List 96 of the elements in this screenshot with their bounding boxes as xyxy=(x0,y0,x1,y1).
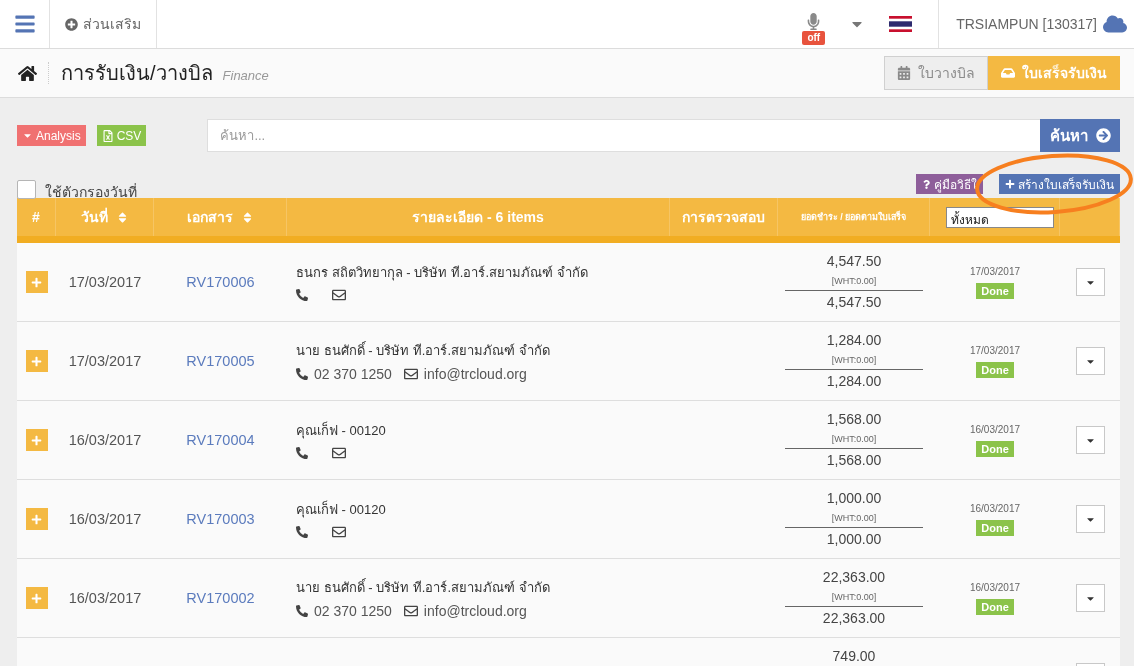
page-subtitle: Finance xyxy=(222,67,269,83)
page-title: การรับเงิน/วางบิล xyxy=(61,61,213,86)
receipt-total: 1,284.00 xyxy=(826,373,882,389)
check-date: 17/03/2017 xyxy=(969,344,1021,356)
csv-button[interactable]: CSV xyxy=(96,125,147,146)
withholding-tax: [WHT:0.00] xyxy=(831,355,877,365)
customer-name: ธนกร สถิตวิทยากุล - บริษัท ที.อาร์.สยามภัณฑ์ จำกัด xyxy=(296,264,589,283)
customer-name: คุณเก็ฟ - 00120 xyxy=(296,499,387,520)
phone-icon xyxy=(296,447,308,459)
receipt-total: 1,000.00 xyxy=(826,531,882,547)
row-menu-button[interactable] xyxy=(1075,426,1105,454)
row-menu-button[interactable] xyxy=(1075,584,1105,612)
expand-button[interactable] xyxy=(25,508,48,530)
flag-icon[interactable] xyxy=(889,16,913,32)
expand-button[interactable] xyxy=(25,587,48,609)
document-link[interactable]: RV170003 xyxy=(186,511,255,527)
paid-amount: 22,363.00 xyxy=(822,569,886,585)
row-menu-button[interactable] xyxy=(1075,347,1105,375)
paid-amount: 1,284.00 xyxy=(826,332,882,348)
email-address: info@trcloud.org xyxy=(423,366,527,382)
envelope-icon xyxy=(403,604,418,618)
plus-icon xyxy=(31,434,42,446)
question-icon xyxy=(922,179,931,189)
status-badge: Done xyxy=(976,440,1014,457)
envelope-icon xyxy=(332,288,346,302)
phone-number: 02 370 1250 xyxy=(314,603,392,619)
receipt-total: 4,547.50 xyxy=(826,294,882,310)
customer-name: นาย ธนศักดิ์ - บริษัท ที.อาร์.สยามภัณฑ์ จำกัด xyxy=(296,340,551,360)
phone-icon xyxy=(296,368,308,380)
customer-name: คุณเก็ฟ - 00120 xyxy=(296,420,387,441)
check-date: 17/03/2017 xyxy=(969,265,1021,277)
envelope-icon xyxy=(332,446,346,460)
document-link[interactable]: RV170006 xyxy=(186,274,255,290)
receipt-total: 1,568.00 xyxy=(826,452,882,468)
email-address: info@trcloud.org xyxy=(423,603,527,619)
paid-amount: 1,000.00 xyxy=(826,490,882,506)
status-badge: Done xyxy=(976,598,1014,615)
mic-status-badge: off xyxy=(802,31,826,45)
expand-button[interactable] xyxy=(25,271,48,293)
plus-icon xyxy=(1005,179,1015,189)
date-filter-checkbox[interactable] xyxy=(17,180,36,199)
expand-button[interactable] xyxy=(25,429,48,451)
row-menu-button[interactable] xyxy=(1075,505,1105,533)
envelope-icon xyxy=(403,367,418,381)
date-cell: 16/03/2017 xyxy=(68,432,142,448)
paid-amount: 749.00 xyxy=(832,648,876,664)
document-tab[interactable]: ใบวางบิล xyxy=(884,56,988,90)
phone-icon xyxy=(296,289,308,301)
status-filter-select[interactable]: ทั้งหมด xyxy=(945,206,1054,228)
document-link[interactable]: RV170002 xyxy=(186,590,255,606)
plus-icon xyxy=(31,592,42,604)
receipt-total: 22,363.00 xyxy=(822,610,886,626)
envelope-icon xyxy=(332,525,346,539)
status-badge: Done xyxy=(976,361,1014,378)
status-badge: Done xyxy=(976,282,1014,299)
paid-amount: 1,568.00 xyxy=(826,411,882,427)
home-icon[interactable] xyxy=(18,63,37,83)
create-receipt-button[interactable]: สร้างใบเสร็จรับเงิน xyxy=(999,174,1120,194)
search-button[interactable]: ค้นหา xyxy=(1040,119,1120,152)
phone-number: 02 370 1250 xyxy=(314,366,392,382)
plus-icon xyxy=(31,355,42,367)
date-cell: 17/03/2017 xyxy=(68,274,142,290)
column-header: ยอดชำระ / ยอดตามใบเสร็จ xyxy=(800,210,907,224)
withholding-tax: [WHT:0.00] xyxy=(831,592,877,602)
column-header: รายละเอียด - 6 items xyxy=(412,208,544,227)
customer-name: นาย ธนศักดิ์ - บริษัท ที.อาร์.สยามภัณฑ์ จำกัด xyxy=(296,577,551,597)
row-menu-button[interactable] xyxy=(1075,268,1105,296)
document-link[interactable]: RV170005 xyxy=(186,353,255,369)
column-header: # xyxy=(32,209,40,225)
search-field[interactable]: ค้นหา... xyxy=(207,119,1040,152)
phone-icon xyxy=(296,605,308,617)
date-cell: 16/03/2017 xyxy=(68,511,142,527)
plus-icon xyxy=(31,513,42,525)
expand-button[interactable] xyxy=(25,350,48,372)
calendar-icon xyxy=(897,66,911,80)
withholding-tax: [WHT:0.00] xyxy=(831,513,877,523)
date-cell: 16/03/2017 xyxy=(68,590,142,606)
date-cell: 17/03/2017 xyxy=(68,353,142,369)
spreadsheet-file-icon xyxy=(101,129,114,142)
status-badge: Done xyxy=(976,519,1014,536)
check-date: 16/03/2017 xyxy=(969,502,1021,514)
paid-amount: 4,547.50 xyxy=(826,253,882,269)
analysis-button[interactable]: Analysis xyxy=(17,125,86,146)
withholding-tax: [WHT:0.00] xyxy=(831,434,877,444)
inbox-icon xyxy=(1001,66,1015,80)
check-date: 16/03/2017 xyxy=(969,581,1021,593)
plus-icon xyxy=(31,276,42,288)
user-name[interactable]: TRSIAMPUN [130317] xyxy=(956,16,1097,32)
menu-icon xyxy=(13,13,36,35)
column-header: การตรวจสอบ xyxy=(682,208,765,227)
date-filter-label: ใช้ตัวกรองวันที่ xyxy=(45,182,137,202)
check-date: 16/03/2017 xyxy=(969,423,1021,435)
guide-button[interactable]: คู่มือวิธีใ xyxy=(916,174,983,194)
phone-icon xyxy=(296,526,308,538)
document-link[interactable]: RV170004 xyxy=(186,432,255,448)
withholding-tax: [WHT:0.00] xyxy=(831,276,877,286)
